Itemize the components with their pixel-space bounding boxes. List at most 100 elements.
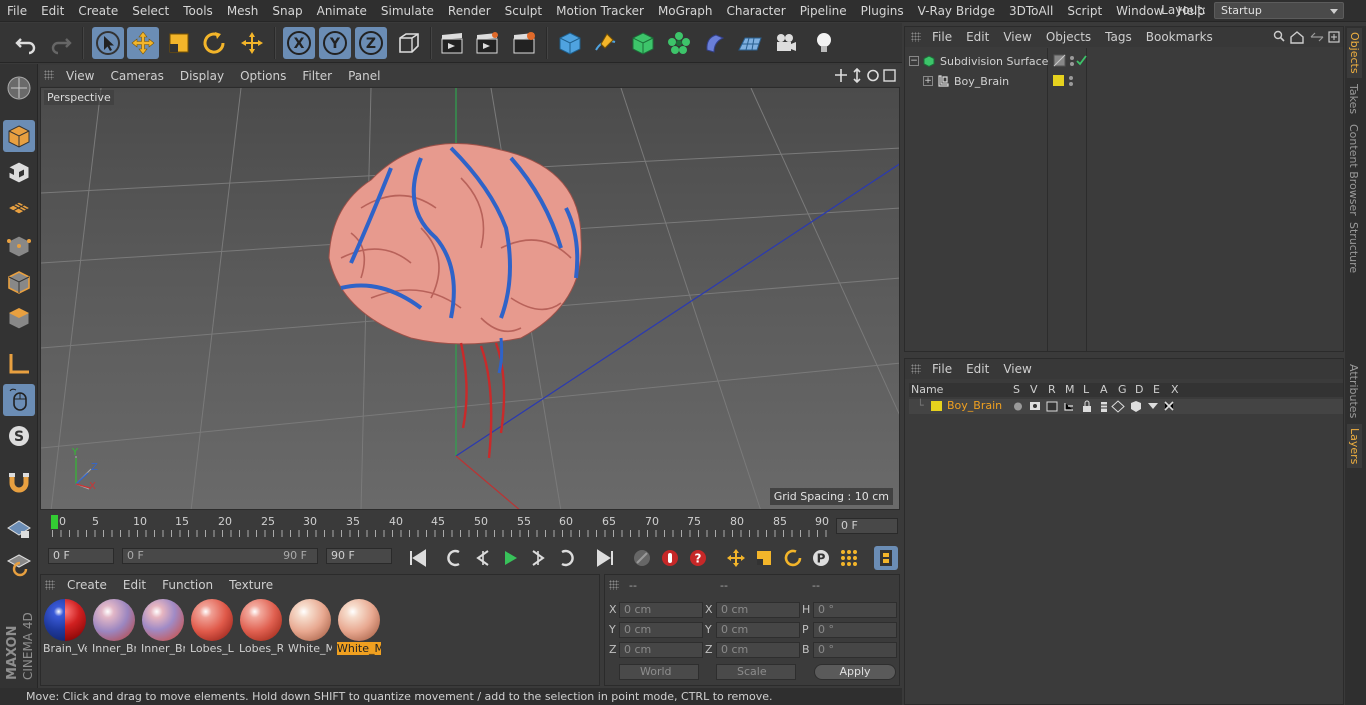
- material-swatch[interactable]: White_M: [337, 598, 381, 658]
- menu-animate[interactable]: Animate: [310, 4, 374, 18]
- menu-character[interactable]: Character: [719, 4, 792, 18]
- y-axis-lock-button[interactable]: Y: [319, 27, 351, 59]
- next-frame-button[interactable]: [526, 546, 550, 570]
- menu-tools[interactable]: Tools: [176, 4, 220, 18]
- material-swatch[interactable]: Brain_Ve: [43, 598, 87, 658]
- tab-objects[interactable]: Objects: [1347, 28, 1362, 78]
- expand-toggle-icon[interactable]: +: [923, 76, 933, 86]
- frame-range-slider[interactable]: 0 F 90 F: [122, 548, 318, 564]
- coordinate-system-button[interactable]: [393, 27, 425, 59]
- object-manager-tools-icons[interactable]: [1273, 30, 1343, 44]
- autokeying-button[interactable]: [658, 546, 682, 570]
- rotation-p-field[interactable]: 0 °: [813, 622, 897, 638]
- panel-grip-icon[interactable]: [911, 364, 921, 374]
- material-swatch[interactable]: Inner_Br: [92, 598, 136, 658]
- perspective-viewport[interactable]: Perspective Y Z X Grid Spacing : 10 cm: [40, 87, 900, 510]
- viewport-menu-display[interactable]: Display: [172, 69, 232, 83]
- position-z-field[interactable]: 0 cm: [619, 642, 703, 658]
- scale-button[interactable]: [163, 27, 195, 59]
- z-axis-lock-button[interactable]: Z: [355, 27, 387, 59]
- workplane-mode-button[interactable]: [3, 192, 35, 224]
- viewport-nav-icons[interactable]: [834, 68, 898, 83]
- position-x-field[interactable]: 0 cm: [619, 602, 703, 618]
- end-frame-field[interactable]: 90 F: [326, 548, 392, 564]
- model-mode-button[interactable]: [3, 120, 35, 152]
- size-mode-dropdown[interactable]: Scale: [716, 664, 796, 680]
- objects-menu-bookmarks[interactable]: Bookmarks: [1139, 30, 1220, 44]
- viewport-menu-view[interactable]: View: [58, 69, 102, 83]
- column-visible[interactable]: V: [1030, 383, 1038, 396]
- transform-button[interactable]: [236, 27, 268, 59]
- layer-name[interactable]: Boy_Brain: [947, 399, 1002, 412]
- layers-menu-view[interactable]: View: [996, 362, 1038, 376]
- menu-file[interactable]: File: [0, 4, 34, 18]
- panel-grip-icon[interactable]: [911, 32, 921, 42]
- layer-color-tag-icon[interactable]: [1052, 74, 1076, 88]
- size-x-field[interactable]: 0 cm: [716, 602, 800, 618]
- snap-button[interactable]: [3, 466, 35, 498]
- keyframe-selection-button[interactable]: ?: [686, 546, 710, 570]
- pen-spline-button[interactable]: [590, 27, 622, 59]
- edges-mode-button[interactable]: [3, 266, 35, 298]
- menu-create[interactable]: Create: [71, 4, 125, 18]
- menu-vray-bridge[interactable]: V-Ray Bridge: [911, 4, 1002, 18]
- timeline-ruler[interactable]: 0 5 10 15 20 25 30 35 40 45 50 55 60 65 …: [40, 511, 900, 541]
- column-expressions[interactable]: E: [1153, 383, 1160, 396]
- tab-structure[interactable]: Structure: [1347, 222, 1360, 273]
- key-pla-button[interactable]: [837, 546, 861, 570]
- mograph-cloner-button[interactable]: [663, 27, 695, 59]
- menu-mograph[interactable]: MoGraph: [651, 4, 720, 18]
- menu-snap[interactable]: Snap: [265, 4, 309, 18]
- material-swatch[interactable]: Inner_Br: [141, 598, 185, 658]
- key-scale-button[interactable]: [752, 546, 776, 570]
- render-view-button[interactable]: [436, 27, 468, 59]
- material-menu-texture[interactable]: Texture: [221, 578, 281, 592]
- layer-row-boy-brain[interactable]: └ Boy_Brain: [909, 399, 1343, 414]
- menu-3dtoall[interactable]: 3DToAll: [1002, 4, 1060, 18]
- camera-button[interactable]: [770, 27, 802, 59]
- collapse-toggle-icon[interactable]: −: [909, 56, 919, 66]
- floor-button[interactable]: [734, 27, 766, 59]
- tweak-mode-button[interactable]: [3, 384, 35, 416]
- panel-grip-icon[interactable]: [44, 70, 54, 80]
- play-button[interactable]: [498, 546, 522, 570]
- menu-mesh[interactable]: Mesh: [220, 4, 266, 18]
- column-xref[interactable]: X: [1171, 383, 1179, 396]
- redo-button[interactable]: [45, 27, 77, 59]
- key-position-button[interactable]: [724, 546, 748, 570]
- move-button[interactable]: [127, 27, 159, 59]
- current-frame-field[interactable]: 0 F: [836, 518, 898, 534]
- tab-takes[interactable]: Takes: [1347, 84, 1360, 114]
- light-button[interactable]: [808, 27, 840, 59]
- panel-grip-icon[interactable]: [609, 580, 619, 590]
- live-selection-button[interactable]: [92, 27, 124, 59]
- tab-layers[interactable]: Layers: [1347, 424, 1362, 469]
- column-generators[interactable]: G: [1118, 383, 1127, 396]
- key-parameter-button[interactable]: P: [809, 546, 833, 570]
- viewport-menu-panel[interactable]: Panel: [340, 69, 388, 83]
- size-y-field[interactable]: 0 cm: [716, 622, 800, 638]
- rotation-b-field[interactable]: 0 °: [813, 642, 897, 658]
- material-swatch[interactable]: Lobes_L: [190, 598, 234, 658]
- polygons-mode-button[interactable]: [3, 302, 35, 334]
- material-swatch[interactable]: White_M: [288, 598, 332, 658]
- locked-workplane-button[interactable]: [3, 548, 35, 580]
- start-frame-field[interactable]: 0 F: [48, 548, 114, 564]
- material-menu-edit[interactable]: Edit: [115, 578, 154, 592]
- texture-mode-button[interactable]: [3, 156, 35, 188]
- workplane-lock-button[interactable]: [3, 512, 35, 544]
- layers-menu-edit[interactable]: Edit: [959, 362, 996, 376]
- column-locked[interactable]: L: [1083, 383, 1089, 396]
- objects-menu-view[interactable]: View: [996, 30, 1038, 44]
- menu-select[interactable]: Select: [125, 4, 176, 18]
- size-z-field[interactable]: 0 cm: [716, 642, 800, 658]
- points-mode-button[interactable]: [3, 230, 35, 262]
- subdivision-tags-icons[interactable]: [1052, 54, 1088, 68]
- menu-sculpt[interactable]: Sculpt: [498, 4, 549, 18]
- column-deformers[interactable]: D: [1135, 383, 1143, 396]
- object-row-boy-brain[interactable]: + Boy_Brain: [923, 72, 1073, 90]
- timeline-window-button[interactable]: [874, 546, 898, 570]
- record-keys-button[interactable]: [630, 546, 654, 570]
- deformer-button[interactable]: [699, 27, 731, 59]
- viewport-menu-filter[interactable]: Filter: [294, 69, 340, 83]
